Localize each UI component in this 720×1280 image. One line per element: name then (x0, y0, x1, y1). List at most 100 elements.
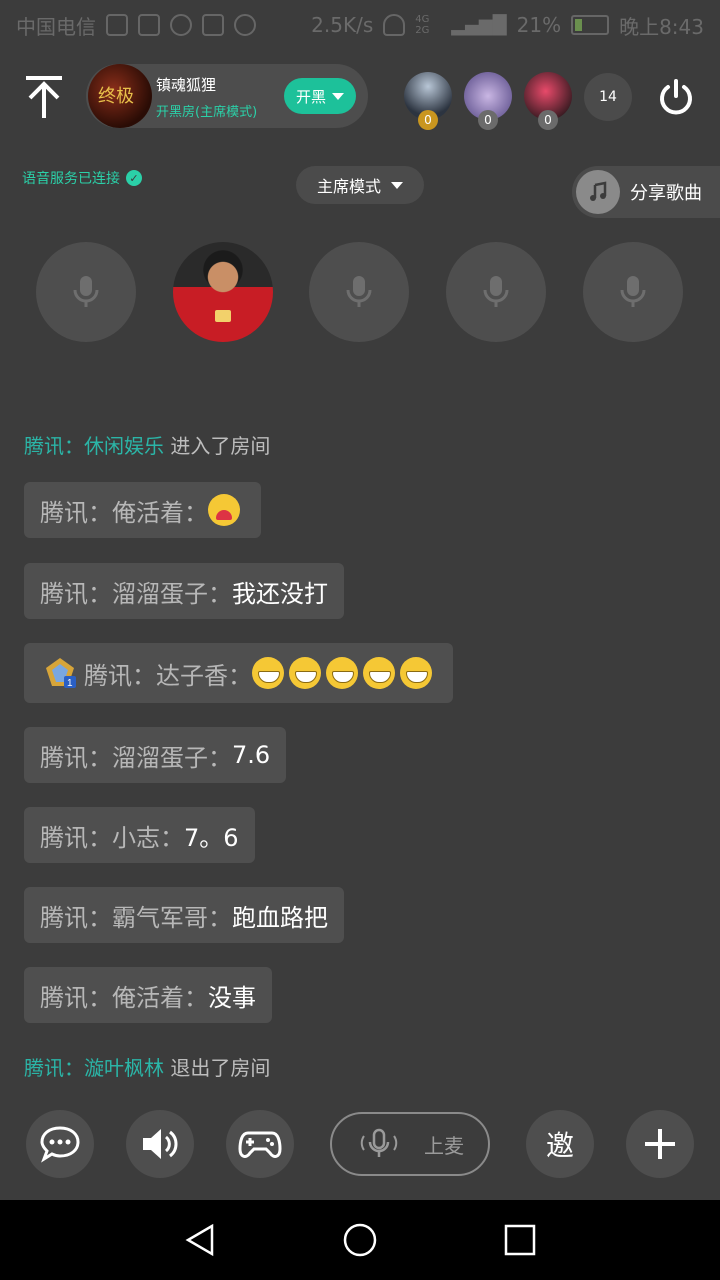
mic-seat-occupied-avatar[interactable] (173, 242, 273, 342)
system-message-exit: 腾讯：漩叶枫林 退出了房间 (24, 1052, 270, 1081)
share-song-label: 分享歌曲 (630, 183, 702, 204)
rank-badge-icon: 1 (46, 658, 76, 689)
listener-avatar[interactable]: 0 (524, 72, 572, 130)
chat-sender[interactable]: 腾讯：小志： (40, 818, 184, 853)
system-message-action: 进入了房间 (170, 434, 271, 458)
chat-text: 我还没打 (232, 579, 328, 608)
app-notification-icon (138, 14, 160, 36)
chat-text: 跑血路把 (232, 903, 328, 932)
chat-sender[interactable]: 腾讯：溜溜蛋子： (40, 574, 232, 609)
chat-bubble: 腾讯：俺活着： (24, 482, 261, 538)
recents-icon[interactable] (500, 1220, 540, 1260)
battery-percent: 21% (516, 13, 562, 37)
room-header: 终极 镇魂狐狸 开黑房(主席模式) 开黑 0 0 0 14 (0, 60, 720, 134)
chat-sender[interactable]: 腾讯：溜溜蛋子： (40, 738, 232, 773)
voice-service-status: 语音服务已连接 ✓ (22, 168, 142, 188)
sim-icon (106, 14, 128, 36)
chat-bubble: 腾讯：溜溜蛋子： 我还没打 (24, 563, 344, 619)
room-name: 镇魂狐狸 (156, 76, 217, 94)
more-button[interactable] (626, 1110, 694, 1178)
mic-seat-empty[interactable] (309, 242, 409, 342)
chat-bubble: 1 腾讯：达子香： (24, 643, 453, 703)
mic-seat-empty[interactable] (583, 242, 683, 342)
eye-icon (170, 14, 192, 36)
invite-button[interactable]: 邀 (526, 1110, 594, 1178)
chat-bubble: 腾讯：溜溜蛋子： 7.6 (24, 727, 287, 783)
status-left: 中国电信 (16, 11, 256, 40)
listener-badge: 0 (478, 110, 498, 130)
speaker-button[interactable] (126, 1110, 194, 1178)
microphone-icon (346, 276, 372, 307)
back-icon[interactable] (180, 1220, 220, 1260)
chat-text: 7.6 (232, 741, 271, 769)
share-song-button[interactable]: 分享歌曲 (572, 166, 720, 218)
game-button[interactable] (226, 1110, 294, 1178)
microphone-icon (483, 276, 509, 307)
battery-icon (571, 15, 610, 35)
crying-emoji-icon (208, 494, 240, 526)
home-icon[interactable] (340, 1220, 380, 1260)
microphone-wave-icon (360, 1128, 398, 1157)
clock: 晚上8:43 (619, 14, 704, 39)
microphone-icon (620, 276, 646, 307)
grin-emoji-icon (289, 657, 321, 689)
system-message-action: 退出了房间 (170, 1056, 271, 1080)
status-right: 2.5K/s 4G 2G ▂▄▆█ 21% 晚上8:43 (311, 11, 704, 40)
mic-seat-empty[interactable] (446, 242, 546, 342)
status-bar: 中国电信 2.5K/s 4G 2G ▂▄▆█ 21% 晚上8:43 (0, 0, 720, 50)
arrow-up-bar-icon (26, 76, 62, 118)
system-navigation-bar (0, 1200, 720, 1280)
svg-text:1: 1 (67, 678, 73, 689)
hand-icon (234, 14, 256, 36)
signal-icon: ▂▄▆█ (451, 14, 507, 36)
play-icon (202, 14, 224, 36)
open-mode-label: 开黑 (295, 87, 326, 106)
go-on-mic-label: 上麦 (424, 1133, 464, 1158)
chat-sender[interactable]: 腾讯：俺活着： (40, 978, 208, 1013)
microphone-icon (73, 276, 99, 307)
minimize-room-button[interactable] (22, 72, 66, 122)
speech-bubble-icon (40, 1126, 80, 1163)
room-avatar-text: 终极 (98, 86, 134, 107)
grin-emoji-icon (326, 657, 358, 689)
speaker-icon (143, 1129, 178, 1159)
gamepad-icon (238, 1131, 282, 1158)
system-message-enter: 腾讯：休闲娱乐 进入了房间 (24, 430, 270, 459)
plus-icon (645, 1129, 675, 1159)
system-message-user[interactable]: 腾讯：漩叶枫林 (24, 1056, 164, 1080)
listener-avatar[interactable]: 0 (464, 72, 512, 130)
net-speed: 2.5K/s (311, 13, 374, 37)
mode-select-label: 主席模式 (316, 177, 381, 196)
listener-avatar[interactable]: 0 (404, 72, 452, 130)
carrier-label: 中国电信 (16, 14, 96, 39)
chat-sender[interactable]: 腾讯：霸气军哥： (40, 898, 232, 933)
chat-bubble: 腾讯：霸气军哥： 跑血路把 (24, 887, 344, 943)
voice-status-label: 语音服务已连接 (22, 171, 120, 187)
listener-badge: 0 (538, 110, 558, 130)
chat-text: 7。6 (184, 823, 239, 852)
room-info-card[interactable]: 终极 镇魂狐狸 开黑房(主席模式) 开黑 (86, 64, 368, 128)
mic-seat-empty[interactable] (36, 242, 136, 342)
room-mode: 开黑房(主席模式) (156, 105, 258, 120)
chevron-down-icon (391, 181, 403, 189)
chat-input-button[interactable] (26, 1110, 94, 1178)
system-message-user[interactable]: 腾讯：休闲娱乐 (24, 434, 164, 458)
chevron-down-icon (332, 92, 344, 100)
chat-sender[interactable]: 腾讯：俺活着： (40, 493, 208, 528)
chat-bubble: 腾讯：小志： 7。6 (24, 807, 255, 863)
grin-emoji-icon (252, 657, 284, 689)
open-mode-dropdown[interactable]: 开黑 (284, 78, 356, 114)
jersey-logo (215, 310, 231, 322)
exit-room-button[interactable] (656, 78, 696, 118)
room-avatar: 终极 (88, 64, 152, 128)
headset-icon (383, 14, 406, 36)
go-on-mic-button[interactable]: 上麦 (330, 1112, 490, 1176)
grin-emoji-icon (400, 657, 432, 689)
listener-count-button[interactable]: 14 (584, 73, 632, 121)
listener-badge: 0 (418, 110, 438, 130)
mode-select[interactable]: 主席模式 (296, 166, 424, 204)
check-circle-icon: ✓ (126, 170, 142, 186)
signal-tag: 4G 2G (415, 14, 430, 36)
chat-sender[interactable]: 腾讯：达子香： (84, 656, 252, 691)
music-note-icon (576, 170, 620, 214)
